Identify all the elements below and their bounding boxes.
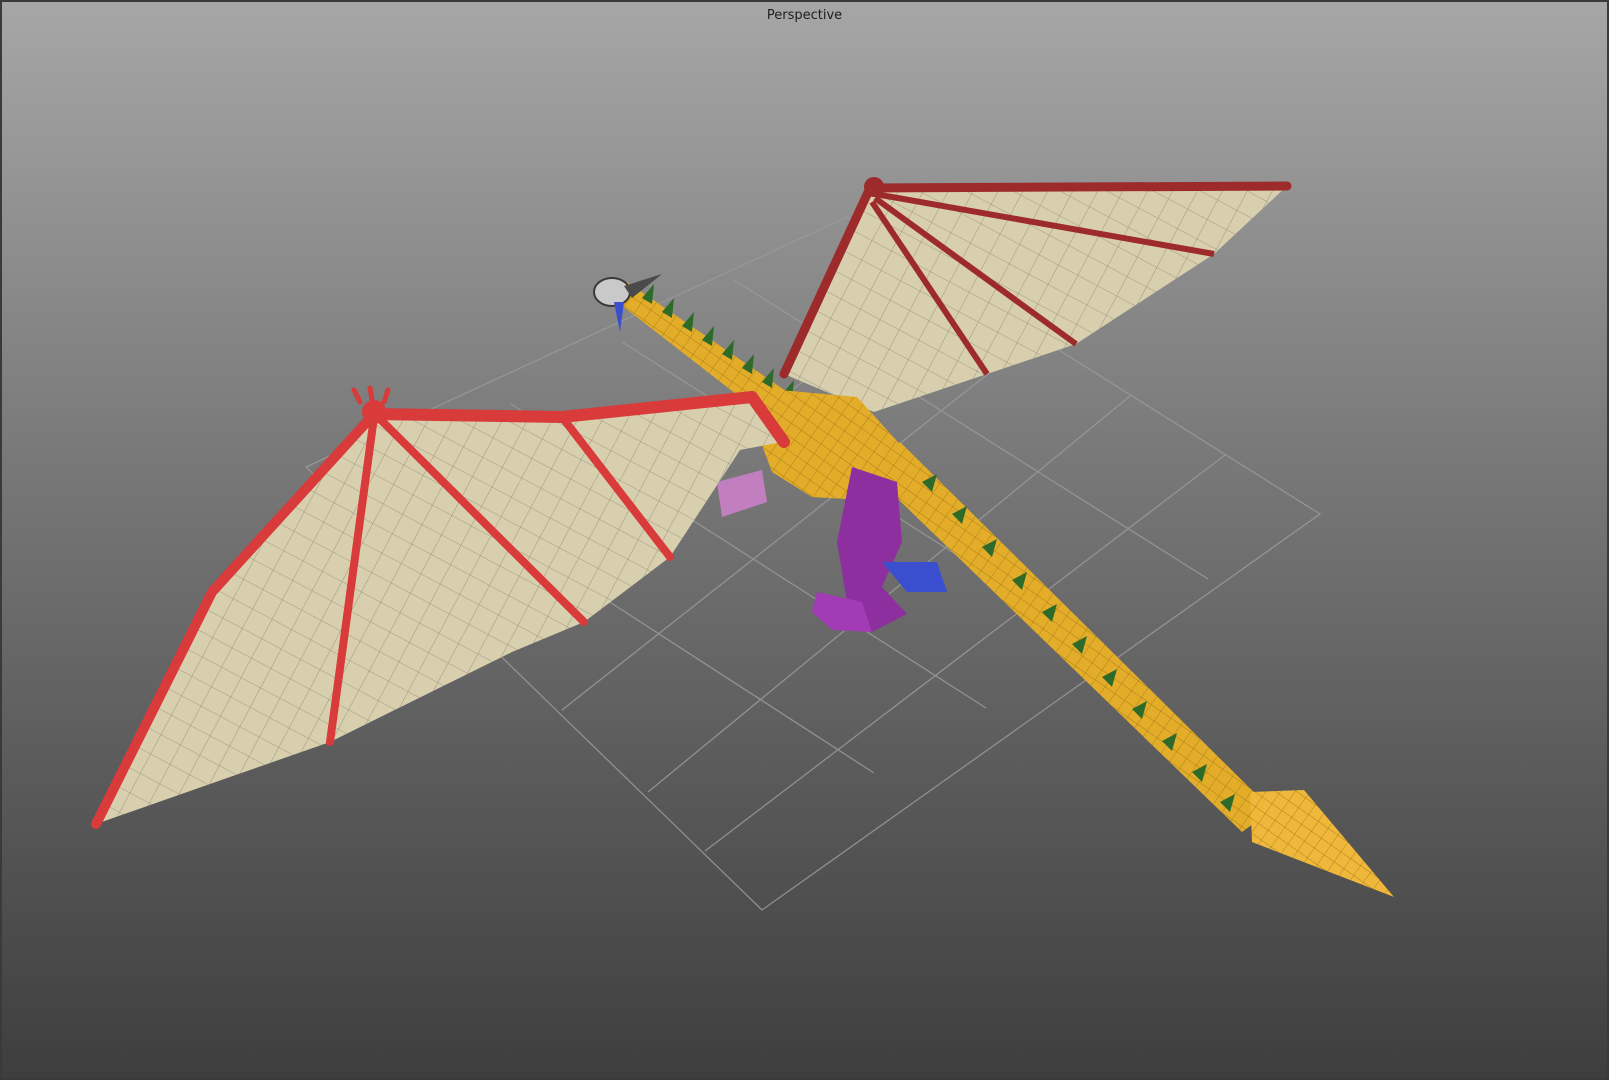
far-wing [779,177,1292,412]
viewport-scene [91,177,1394,911]
near-wing [91,385,790,829]
tail [870,442,1394,897]
perspective-viewport[interactable]: Perspective [0,0,1609,1080]
